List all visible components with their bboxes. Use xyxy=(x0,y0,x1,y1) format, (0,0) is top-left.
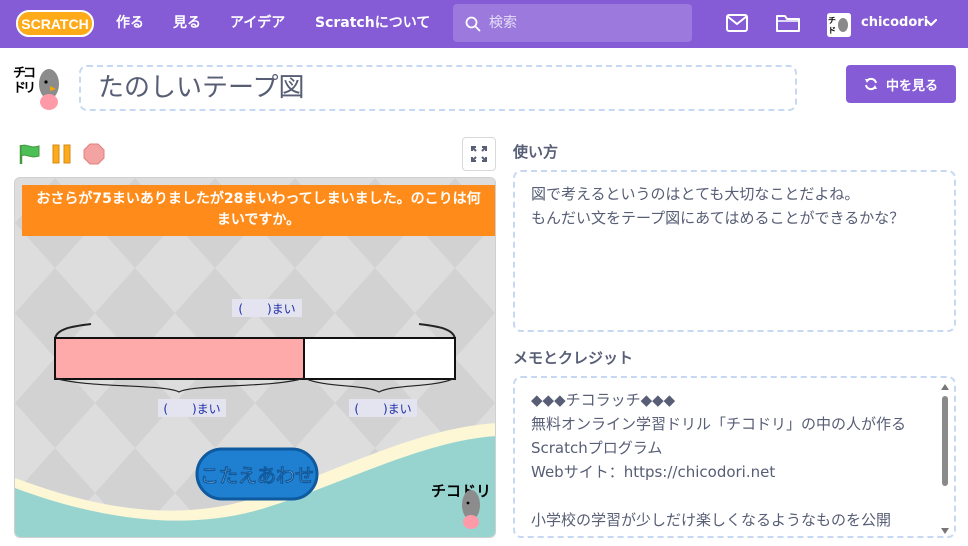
username[interactable]: chicodori xyxy=(861,0,928,46)
search-input[interactable] xyxy=(489,4,684,42)
messages-icon[interactable] xyxy=(726,14,748,32)
notes-box[interactable]: ◆◆◆チコラッチ◆◆◆ 無料オンライン学習ドリル「チコドリ」の中の人が作るScr… xyxy=(513,376,956,538)
pause-icon[interactable] xyxy=(51,143,73,165)
answer-check-label: こたえあわせ xyxy=(200,465,314,487)
project-stage[interactable]: おさらが75まいありましたが28まいわってしまいました。のこりは何まいですか。 … xyxy=(14,177,496,538)
fullscreen-icon xyxy=(471,146,487,162)
tape-remaining-plates xyxy=(303,337,456,380)
svg-text:チ: チ xyxy=(828,16,836,25)
notes-scrollbar[interactable] xyxy=(940,384,950,534)
nav-create[interactable]: 作る xyxy=(116,0,144,48)
label-right[interactable]: ( )まい xyxy=(354,402,411,416)
instructions-box[interactable]: 図で考えるというのはとても大切なことだよね。 もんだい文をテープ図にあてはめるこ… xyxy=(513,170,956,332)
search-icon xyxy=(465,16,481,32)
nav-explore[interactable]: 見る xyxy=(173,0,201,48)
nav-ideas[interactable]: アイデア xyxy=(230,0,285,48)
user-avatar[interactable]: チ ド xyxy=(827,13,851,37)
label-left[interactable]: ( )まい xyxy=(163,402,220,416)
instructions-text: 図で考えるというのはとても大切なことだよね。 もんだい文をテープ図にあてはめるこ… xyxy=(531,185,905,227)
see-inside-icon xyxy=(864,77,877,91)
nav-about[interactable]: Scratchについて xyxy=(315,0,430,48)
see-inside-button[interactable]: 中を見る xyxy=(846,65,956,103)
tape-broken-plates xyxy=(54,337,305,380)
notes-text: ◆◆◆チコラッチ◆◆◆ 無料オンライン学習ドリル「チコドリ」の中の人が作るScr… xyxy=(531,391,907,529)
stage-canvas: おさらが75まいありましたが28まいわってしまいました。のこりは何まいですか。 … xyxy=(15,178,495,537)
chevron-down-icon[interactable] xyxy=(925,18,937,28)
svg-text:チコドリ: チコドリ xyxy=(431,482,491,500)
svg-text:リ: リ xyxy=(23,81,36,96)
project-title-input[interactable]: たのしいテープ図 xyxy=(79,65,797,111)
my-stuff-folder-icon[interactable] xyxy=(776,13,800,33)
project-author-avatar[interactable]: チ コ ド リ xyxy=(12,62,66,116)
label-total[interactable]: ( )まい xyxy=(238,302,295,316)
fullscreen-button[interactable] xyxy=(462,137,496,171)
instructions-heading: 使い方 xyxy=(513,143,559,161)
green-flag-icon[interactable] xyxy=(18,143,42,165)
see-inside-label: 中を見る xyxy=(885,78,938,94)
question-text: おさらが75まいありましたが28まいわってしまいました。のこりは何まいですか。 xyxy=(36,191,481,228)
search-bar[interactable] xyxy=(453,4,692,42)
svg-text:ド: ド xyxy=(828,26,836,35)
scratch-logo[interactable]: SCRATCH xyxy=(16,9,94,38)
top-navigation-bar: SCRATCH 作る 見る アイデア Scratchについて チ ド chico… xyxy=(0,0,968,48)
stop-icon[interactable] xyxy=(83,143,105,165)
svg-text:SCRATCH: SCRATCH xyxy=(21,16,88,32)
svg-text:コ: コ xyxy=(23,66,36,81)
notes-heading: メモとクレジット xyxy=(513,349,634,367)
